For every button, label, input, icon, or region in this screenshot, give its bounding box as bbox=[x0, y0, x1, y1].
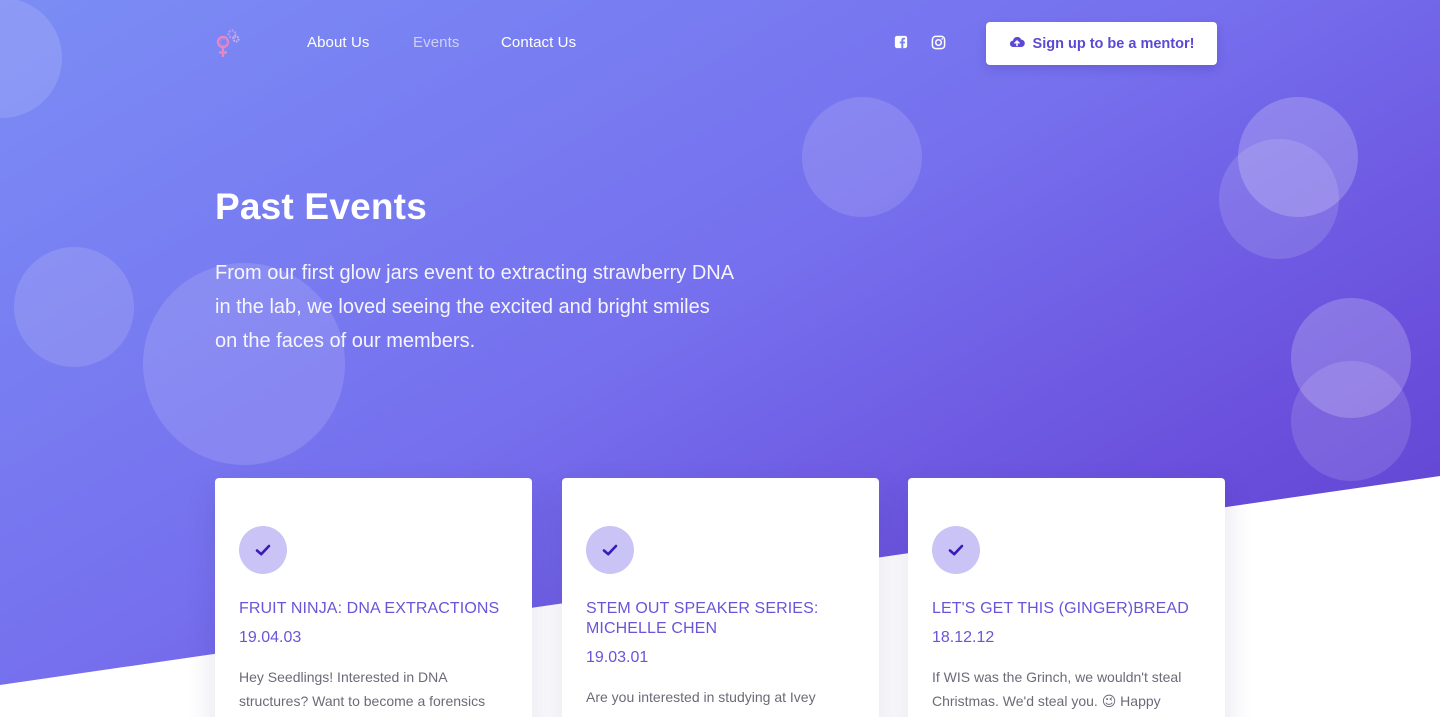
sign-up-mentor-label: Sign up to be a mentor! bbox=[1032, 35, 1195, 52]
sign-up-mentor-button[interactable]: Sign up to be a mentor! bbox=[986, 22, 1217, 65]
check-icon bbox=[932, 526, 980, 574]
nav-link-about-us[interactable]: About Us bbox=[307, 34, 370, 51]
facebook-icon[interactable] bbox=[894, 35, 910, 51]
event-description: Are you interested in studying at Ivey bbox=[586, 689, 816, 705]
nav-link-events[interactable]: Events bbox=[413, 34, 459, 51]
top-navigation: About Us Events Contact Us Sign up to be… bbox=[0, 0, 1440, 88]
decorative-bubble bbox=[1219, 139, 1339, 259]
check-icon bbox=[586, 526, 634, 574]
event-date: 19.04.03 bbox=[239, 629, 302, 646]
female-gears-logo[interactable] bbox=[214, 27, 242, 59]
page-title: Past Events bbox=[215, 186, 427, 227]
event-card[interactable]: FRUIT NINJA: DNA EXTRACTIONS 19.04.03 He… bbox=[215, 478, 532, 717]
decorative-bubble bbox=[802, 97, 922, 217]
event-date: 19.03.01 bbox=[586, 649, 649, 666]
event-card[interactable]: STEM OUT SPEAKER SERIES: MICHELLE CHEN 1… bbox=[562, 478, 879, 717]
event-title[interactable]: STEM OUT SPEAKER SERIES: MICHELLE CHEN bbox=[586, 599, 856, 639]
event-date: 18.12.12 bbox=[932, 629, 995, 646]
nav-link-contact-us[interactable]: Contact Us bbox=[501, 34, 576, 51]
event-description: Hey Seedlings! Interested in DNA structu… bbox=[239, 669, 486, 709]
hero-description: From our first glow jars event to extrac… bbox=[215, 262, 733, 352]
event-description: If WIS was the Grinch, we wouldn't steal… bbox=[932, 669, 1182, 709]
decorative-bubble bbox=[1291, 361, 1411, 481]
decorative-bubble bbox=[14, 247, 134, 367]
event-title[interactable]: LET'S GET THIS (GINGER)BREAD bbox=[932, 599, 1202, 619]
instagram-icon[interactable] bbox=[931, 35, 947, 51]
event-card[interactable]: LET'S GET THIS (GINGER)BREAD 18.12.12 If… bbox=[908, 478, 1225, 717]
check-icon bbox=[239, 526, 287, 574]
cloud-upload-icon bbox=[1009, 34, 1025, 54]
event-title[interactable]: FRUIT NINJA: DNA EXTRACTIONS bbox=[239, 599, 509, 619]
